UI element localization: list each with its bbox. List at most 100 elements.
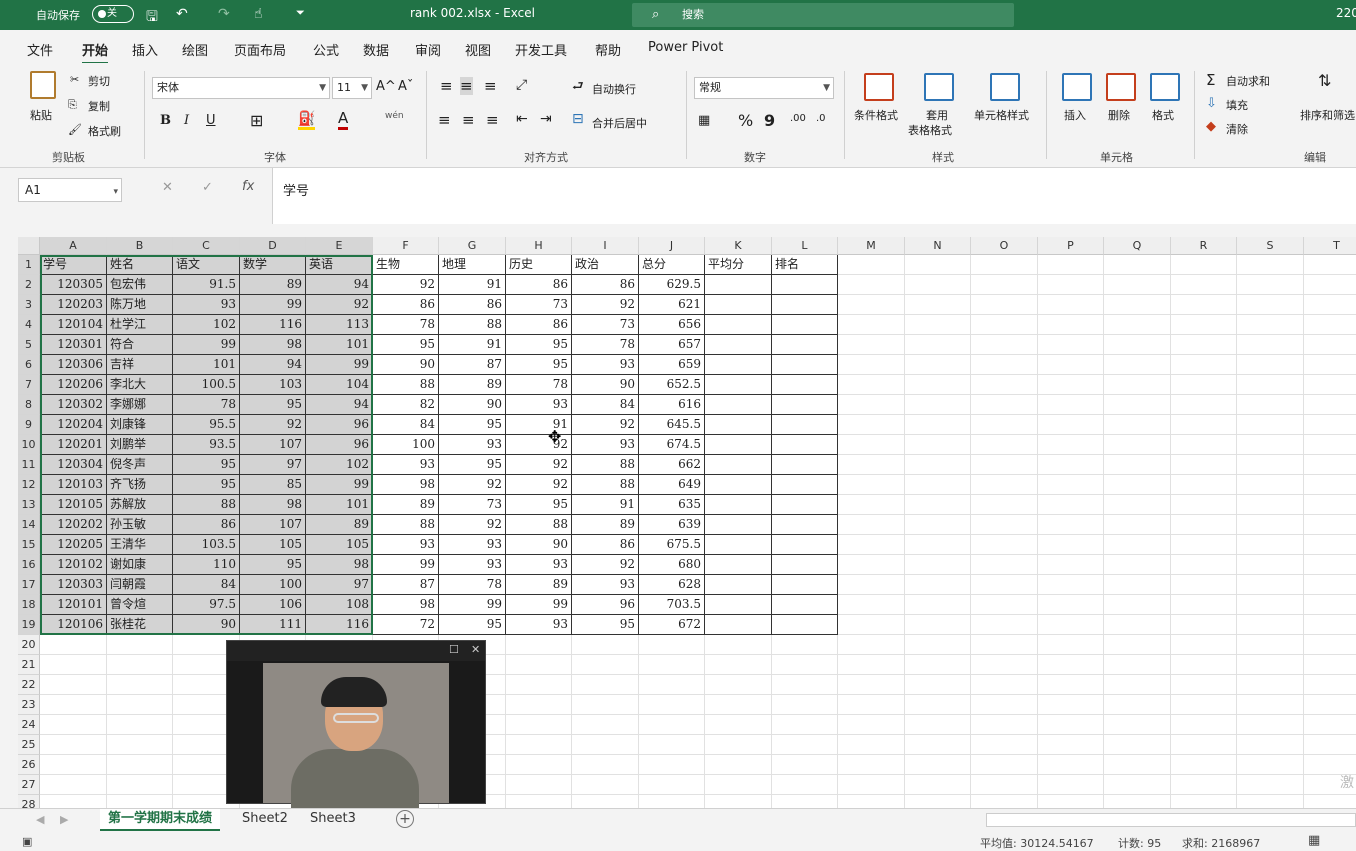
column-header-p[interactable]: P xyxy=(1038,237,1104,255)
column-header-n[interactable]: N xyxy=(905,237,971,255)
insert-cells-icon[interactable] xyxy=(1062,73,1092,101)
empty-cell[interactable] xyxy=(1104,435,1171,455)
empty-cell[interactable] xyxy=(971,655,1038,675)
row-header[interactable]: 11 xyxy=(18,455,40,475)
cell-styles-button[interactable]: 单元格样式 xyxy=(974,107,1029,123)
table-cell[interactable]: 100 xyxy=(373,435,439,455)
empty-cell[interactable] xyxy=(1304,655,1356,675)
empty-cell[interactable] xyxy=(905,435,971,455)
empty-cell[interactable] xyxy=(1104,715,1171,735)
table-cell[interactable]: 97 xyxy=(306,575,373,595)
table-cell[interactable]: 95 xyxy=(506,355,572,375)
table-cell[interactable]: 95 xyxy=(439,455,506,475)
empty-cell[interactable] xyxy=(838,455,905,475)
empty-cell[interactable] xyxy=(838,675,905,695)
table-cell[interactable]: 87 xyxy=(373,575,439,595)
empty-cell[interactable] xyxy=(905,715,971,735)
empty-cell[interactable] xyxy=(772,335,838,355)
table-cell[interactable]: 672 xyxy=(639,615,705,635)
table-cell[interactable]: 92 xyxy=(439,475,506,495)
empty-cell[interactable] xyxy=(1304,495,1356,515)
comma-button[interactable]: 9 xyxy=(764,111,775,130)
empty-cell[interactable] xyxy=(639,695,705,715)
table-cell[interactable]: 89 xyxy=(572,515,639,535)
empty-cell[interactable] xyxy=(705,315,772,335)
clear-icon[interactable]: ◆ xyxy=(1206,119,1216,134)
empty-cell[interactable] xyxy=(572,795,639,809)
table-cell[interactable]: 95 xyxy=(439,415,506,435)
normal-view-icon[interactable]: ▦ xyxy=(1308,833,1320,848)
column-header-a[interactable]: A xyxy=(40,237,107,255)
table-cell[interactable]: 93 xyxy=(572,575,639,595)
column-header-i[interactable]: I xyxy=(572,237,639,255)
empty-cell[interactable] xyxy=(838,775,905,795)
table-cell[interactable]: 包宏伟 xyxy=(107,275,173,295)
tab-data[interactable]: 数据 xyxy=(363,40,389,59)
table-cell[interactable]: 120305 xyxy=(40,275,107,295)
table-cell[interactable]: 120304 xyxy=(40,455,107,475)
empty-cell[interactable] xyxy=(971,355,1038,375)
empty-cell[interactable] xyxy=(1237,595,1304,615)
empty-cell[interactable] xyxy=(971,535,1038,555)
row-header[interactable]: 2 xyxy=(18,275,40,295)
empty-cell[interactable] xyxy=(905,415,971,435)
empty-cell[interactable] xyxy=(1038,735,1104,755)
empty-cell[interactable] xyxy=(1304,595,1356,615)
tab-help[interactable]: 帮助 xyxy=(595,40,621,59)
table-cell[interactable]: 95 xyxy=(173,455,240,475)
table-cell[interactable]: 92 xyxy=(572,415,639,435)
empty-cell[interactable] xyxy=(1038,415,1104,435)
table-cell[interactable]: 91 xyxy=(439,275,506,295)
table-cell[interactable]: 102 xyxy=(306,455,373,475)
table-cell[interactable]: 93 xyxy=(439,555,506,575)
table-cell[interactable]: 86 xyxy=(506,315,572,335)
table-cell[interactable]: 93 xyxy=(173,295,240,315)
table-cell[interactable]: 105 xyxy=(306,535,373,555)
empty-cell[interactable] xyxy=(107,715,173,735)
empty-cell[interactable] xyxy=(705,675,772,695)
empty-cell[interactable] xyxy=(971,415,1038,435)
empty-cell[interactable] xyxy=(1171,575,1237,595)
table-cell[interactable]: 93 xyxy=(506,615,572,635)
tab-draw[interactable]: 绘图 xyxy=(182,40,208,59)
empty-cell[interactable] xyxy=(1237,535,1304,555)
borders-icon[interactable]: ⊞ xyxy=(250,111,263,130)
empty-cell[interactable] xyxy=(971,715,1038,735)
empty-cell[interactable] xyxy=(772,475,838,495)
table-cell[interactable]: 吉祥 xyxy=(107,355,173,375)
empty-cell[interactable] xyxy=(905,555,971,575)
table-cell[interactable]: 91 xyxy=(439,335,506,355)
empty-cell[interactable] xyxy=(705,355,772,375)
empty-cell[interactable] xyxy=(1237,555,1304,575)
table-cell[interactable]: 97 xyxy=(240,455,306,475)
bold-button[interactable]: B xyxy=(160,113,171,128)
table-cell[interactable]: 96 xyxy=(306,435,373,455)
table-cell[interactable]: 107 xyxy=(240,515,306,535)
table-cell[interactable]: 90 xyxy=(173,615,240,635)
table-cell[interactable]: 73 xyxy=(506,295,572,315)
empty-cell[interactable] xyxy=(40,675,107,695)
table-cell[interactable]: 88 xyxy=(373,375,439,395)
empty-cell[interactable] xyxy=(705,575,772,595)
customize-icon[interactable]: ⏷ xyxy=(296,6,305,20)
table-cell[interactable]: 656 xyxy=(639,315,705,335)
table-cell[interactable]: 96 xyxy=(306,415,373,435)
add-sheet-button[interactable]: + xyxy=(396,810,414,828)
empty-cell[interactable] xyxy=(905,395,971,415)
table-cell[interactable]: 95 xyxy=(240,395,306,415)
empty-cell[interactable] xyxy=(639,635,705,655)
table-cell[interactable]: 92 xyxy=(506,455,572,475)
empty-cell[interactable] xyxy=(1104,335,1171,355)
table-cell[interactable]: 662 xyxy=(639,455,705,475)
empty-cell[interactable] xyxy=(1237,335,1304,355)
empty-cell[interactable] xyxy=(1171,355,1237,375)
row-header[interactable]: 15 xyxy=(18,535,40,555)
empty-cell[interactable] xyxy=(772,755,838,775)
empty-cell[interactable] xyxy=(1304,315,1356,335)
table-cell[interactable]: 李北大 xyxy=(107,375,173,395)
empty-cell[interactable] xyxy=(772,375,838,395)
empty-cell[interactable] xyxy=(838,295,905,315)
tab-review[interactable]: 审阅 xyxy=(415,40,441,59)
empty-cell[interactable] xyxy=(971,695,1038,715)
empty-cell[interactable] xyxy=(905,535,971,555)
